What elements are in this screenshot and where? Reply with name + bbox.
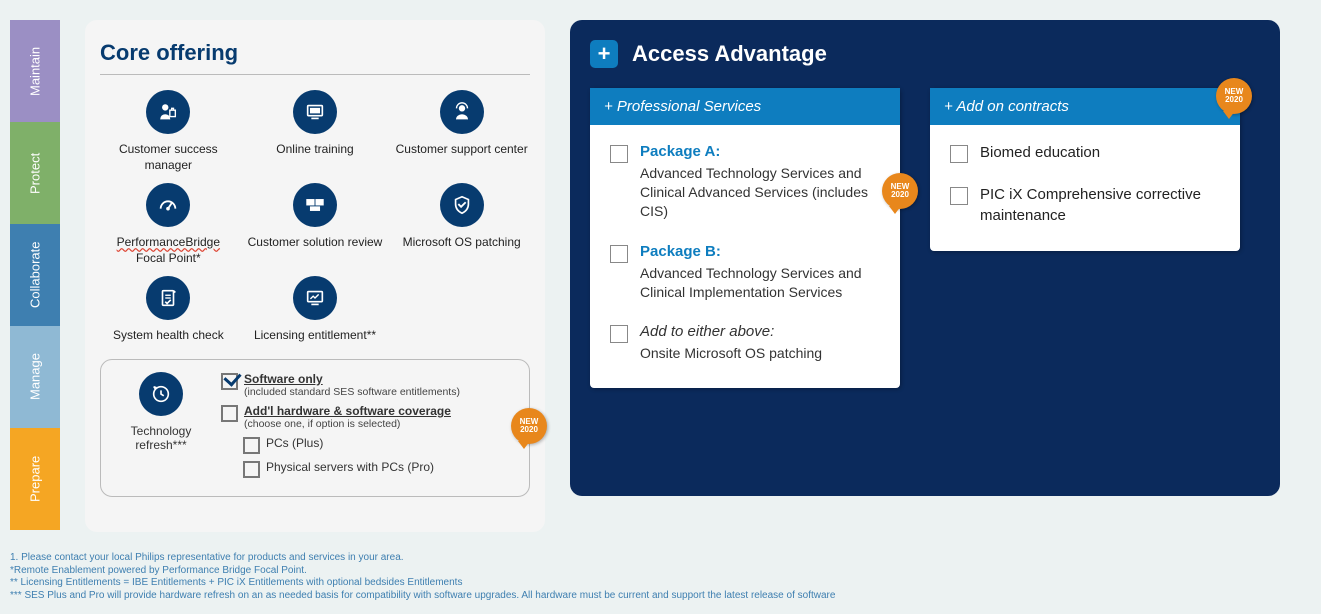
monitor-chart-icon	[304, 287, 326, 309]
checkbox-addl-hardware[interactable]	[221, 405, 238, 422]
sidebar-tab-manage[interactable]: Manage	[10, 326, 60, 428]
checkbox-software-only[interactable]	[221, 373, 238, 390]
addon-contracts-header: + Add on contracts	[930, 88, 1240, 125]
checkbox-biomed-education[interactable]	[950, 145, 968, 163]
clipboard-check-icon	[157, 287, 179, 309]
gauge-icon	[157, 194, 179, 216]
access-advantage-panel: + Access Advantage + Professional Servic…	[570, 20, 1280, 496]
category-sidebar: Maintain Protect Collaborate Manage Prep…	[10, 20, 60, 530]
checkbox-package-a[interactable]	[610, 145, 628, 163]
checkbox-servers-pro[interactable]	[243, 461, 260, 478]
sidebar-tab-collaborate[interactable]: Collaborate	[10, 224, 60, 326]
new-2020-badge: NEW2020	[511, 408, 547, 444]
icon-solution-review: Customer solution review	[247, 183, 384, 266]
professional-services-card: + Professional Services Package A: Advan…	[590, 88, 900, 388]
icon-os-patching: Microsoft OS patching	[393, 183, 530, 266]
checkbox-pic-ix-maintenance[interactable]	[950, 187, 968, 205]
checkbox-pcs-plus[interactable]	[243, 437, 260, 454]
headset-person-icon	[451, 101, 473, 123]
sidebar-tab-protect[interactable]: Protect	[10, 122, 60, 224]
clock-refresh-icon	[150, 383, 172, 405]
footnotes: 1. Please contact your local Philips rep…	[10, 552, 1290, 602]
multi-screen-icon	[304, 194, 326, 216]
checkbox-onsite-patching[interactable]	[610, 325, 628, 343]
icon-customer-support: Customer support center	[393, 90, 530, 173]
access-title: Access Advantage	[632, 41, 827, 67]
person-bag-icon	[157, 101, 179, 123]
shield-check-icon	[451, 194, 473, 216]
icon-health-check: System health check	[100, 276, 237, 344]
icon-licensing: Licensing entitlement**	[247, 276, 384, 344]
icon-customer-success: Customer success manager	[100, 90, 237, 173]
prof-services-header: + Professional Services	[590, 88, 900, 125]
icon-online-training: Online training	[247, 90, 384, 173]
icon-performancebridge: PerformanceBridgeFocal Point*	[100, 183, 237, 266]
new-2020-badge-package-a: NEW2020	[882, 173, 918, 209]
monitor-icon	[304, 101, 326, 123]
expand-plus-button[interactable]: +	[590, 40, 618, 68]
core-offering-panel: Core offering Customer success manager O…	[85, 20, 545, 532]
technology-refresh-box: Technology refresh*** Software only(incl…	[100, 359, 530, 497]
new-2020-badge-addon: NEW2020	[1216, 78, 1252, 114]
sidebar-tab-maintain[interactable]: Maintain	[10, 20, 60, 122]
checkbox-package-b[interactable]	[610, 245, 628, 263]
core-title: Core offering	[100, 40, 530, 75]
addon-contracts-card: + Add on contracts Biomed education PIC …	[930, 88, 1240, 251]
sidebar-tab-prepare[interactable]: Prepare	[10, 428, 60, 530]
